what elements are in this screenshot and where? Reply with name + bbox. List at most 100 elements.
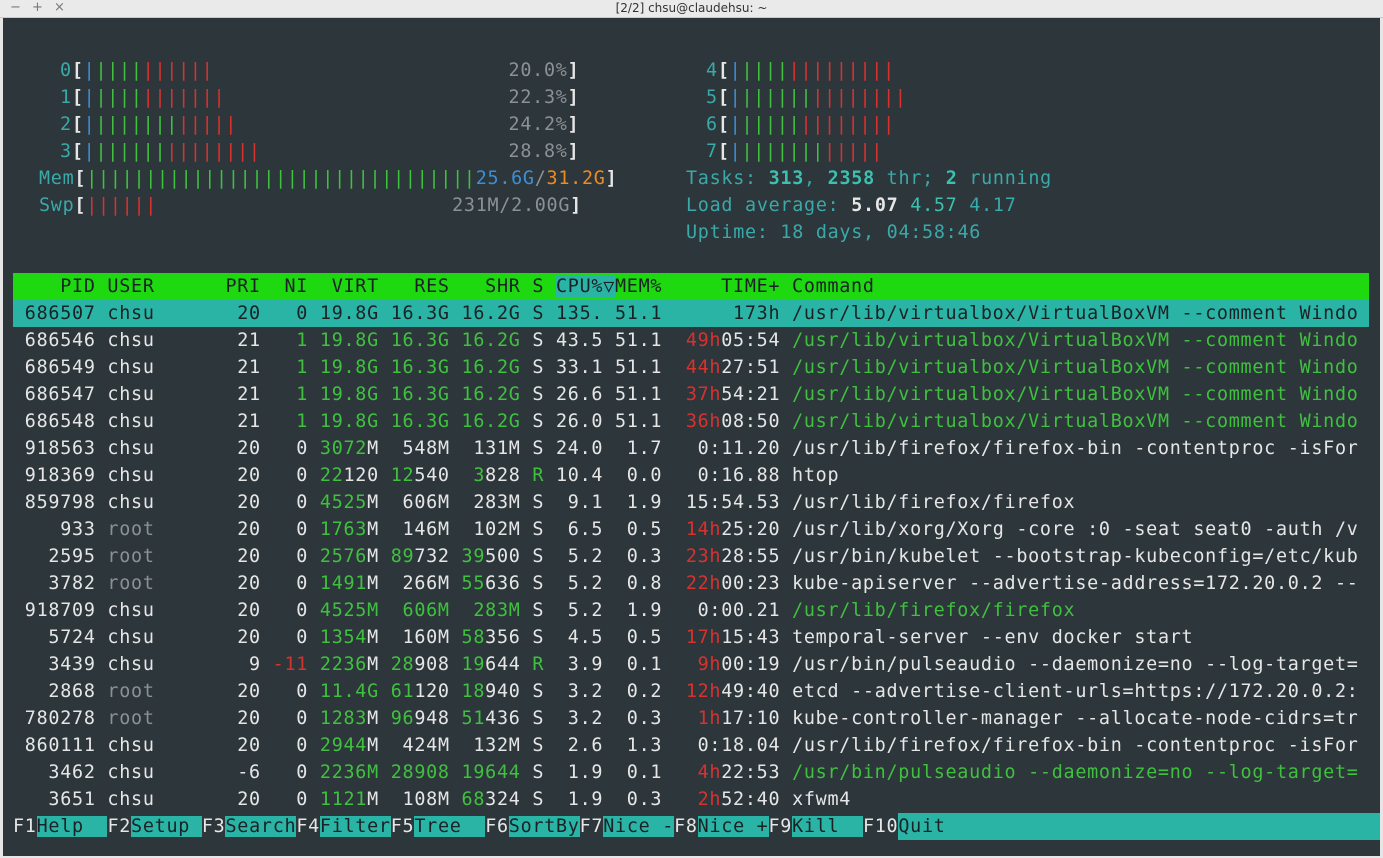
process-command: /usr/lib/firefox/firefox [792,492,1076,513]
process-row[interactable]: 859798 chsu 20 0 4525M 606M 283M S 9.1 1… [13,489,1369,516]
fkey-label[interactable]: Tree [414,816,486,837]
column-header-mem[interactable]: MEM% [615,276,674,297]
process-row[interactable]: 860111 chsu 20 0 2944M 424M 132M S 2.6 1… [13,732,1369,759]
meter-bracket-close: ] [567,60,580,81]
fkey-number[interactable]: F7 [580,816,604,837]
process-row[interactable]: 686507 chsu 20 0 19.8G 16.3G 16.2G S 135… [13,300,1369,327]
tasks-sep: , [804,168,828,189]
fkey-f9[interactable]: F9Kill [769,816,863,837]
process-pid: 3439 [13,654,108,675]
process-row[interactable]: 3439 chsu 9 -11 2236M 28908 19644 R 3.9 … [13,651,1369,678]
fkey-number[interactable]: F10 [863,816,898,837]
cpu-meter-bar-green: |||| [95,87,143,108]
process-nice: 1 [272,330,320,351]
fkey-label[interactable]: Quit [898,813,1380,840]
fkey-label[interactable]: Setup [131,816,202,837]
fkey-f5[interactable]: F5Tree [391,816,486,837]
process-row[interactable]: 3462 chsu -6 0 2236M 28908 19644 S 1.9 0… [13,759,1369,786]
fkey-number[interactable]: F8 [674,816,698,837]
process-row[interactable]: 5724 chsu 20 0 1354M 160M 58356 S 4.5 0.… [13,624,1369,651]
fkey-f8[interactable]: F8Nice + [674,816,769,837]
process-state: S [532,303,556,324]
uptime: Uptime: 18 days, 04:58:46 [686,219,981,246]
function-key-bar: F1Help F2Setup F3SearchF4FilterF5Tree F6… [13,813,1380,840]
column-header-res[interactable]: RES [391,276,462,297]
column-header-user[interactable]: USER [107,276,225,297]
process-shr: 102M [461,519,533,540]
process-cpu-percent: 5.2 [555,573,615,594]
process-row[interactable]: 918369 chsu 20 0 22120 12540 3828 R 10.4… [13,462,1369,489]
process-nice: 0 [272,735,320,756]
process-row[interactable]: 686549 chsu 21 1 19.8G 16.3G 16.2G S 33.… [13,354,1369,381]
process-row[interactable]: 933 root 20 0 1763M 146M 102M S 6.5 0.5 … [13,516,1369,543]
column-header-shr[interactable]: SHR [462,276,533,297]
fkey-label[interactable]: Nice - [603,816,675,837]
fkey-f2[interactable]: F2Setup [107,816,202,837]
fkey-number[interactable]: F4 [296,816,320,837]
process-pid: 933 [13,519,108,540]
column-header-pri[interactable]: PRI [225,276,272,297]
process-time: 0:16.88 [697,465,793,486]
process-res: 266M [390,573,462,594]
fkey-label[interactable]: Help [36,816,108,837]
process-row[interactable]: 2868 root 20 0 11.4G 61120 18940 S 3.2 0… [13,678,1369,705]
process-virt: 1283M [319,708,391,729]
process-mem-percent: 1.9 [615,600,675,621]
terminal[interactable]: 0[||||||||||| 20.0%] 1[|||||||||||| 22.3%… [3,18,1380,856]
column-header-s[interactable]: S [532,276,556,297]
process-user: chsu [107,411,226,432]
fkey-label[interactable]: Nice + [697,816,769,837]
fkey-f4[interactable]: F4Filter [296,816,391,837]
process-row[interactable]: 3651 chsu 20 0 1121M 108M 68324 S 1.9 0.… [13,786,1369,813]
column-header-command[interactable]: Command [792,276,1370,297]
process-state: S [532,681,556,702]
process-row[interactable]: 2595 root 20 0 2576M 89732 39500 S 5.2 0… [13,543,1369,570]
fkey-f1[interactable]: F1Help [13,816,108,837]
fkey-number[interactable]: F3 [202,816,226,837]
process-row[interactable]: 686546 chsu 21 1 19.8G 16.3G 16.2G S 43.… [13,327,1369,354]
process-cpu-percent: 10.4 [555,465,615,486]
fkey-label[interactable]: Filter [319,816,391,837]
process-row[interactable]: 3782 root 20 0 1491M 266M 55636 S 5.2 0.… [13,570,1369,597]
fkey-f10[interactable]: F10Quit [863,813,1380,840]
column-header-cpu[interactable]: CPU%▽ [555,276,615,297]
process-row[interactable]: 686547 chsu 21 1 19.8G 16.3G 16.2G S 26.… [13,381,1369,408]
process-time: 36h08:50 [685,411,793,432]
uptime-value: 18 days, 04:58:46 [780,222,982,243]
column-header-ni[interactable]: NI [273,276,320,297]
fkey-f3[interactable]: F3Search [202,816,297,837]
process-shr: 131M [461,438,533,459]
fkey-number[interactable]: F6 [485,816,509,837]
column-header-time[interactable]: TIME+ [674,276,792,297]
swp-meter-bar: |||||| [86,195,158,216]
fkey-label[interactable]: Kill [792,816,863,837]
fkey-number[interactable]: F9 [769,816,793,837]
column-header-pid[interactable]: PID [13,276,107,297]
fkey-label[interactable]: Search [225,816,297,837]
process-command: /usr/lib/firefox/firefox [792,600,1076,621]
process-priority: 20 [225,627,273,648]
fkey-label[interactable]: SortBy [508,816,580,837]
process-nice: 0 [272,492,320,513]
process-res: 61120 [390,681,462,702]
fkey-number[interactable]: F5 [391,816,415,837]
process-state: S [532,384,556,405]
process-row[interactable]: 918709 chsu 20 0 4525M 606M 283M S 5.2 1… [13,597,1369,624]
process-row[interactable]: 918563 chsu 20 0 3072M 548M 131M S 24.0 … [13,435,1369,462]
process-row[interactable]: 780278 root 20 0 1283M 96948 51436 S 3.2… [13,705,1369,732]
process-pid: 686547 [13,384,108,405]
process-state: S [532,411,556,432]
cpu-meter-bar-blue: | [729,60,742,81]
process-cpu-percent: 5.2 [555,546,615,567]
fkey-f7[interactable]: F7Nice - [580,816,675,837]
process-row[interactable]: 686548 chsu 21 1 19.8G 16.3G 16.2G S 26.… [13,408,1369,435]
process-res: 146M [390,519,462,540]
process-res: 96948 [390,708,462,729]
uptime-label: Uptime: [686,222,781,243]
column-header-virt[interactable]: VIRT [320,276,391,297]
fkey-number[interactable]: F2 [107,816,131,837]
meter-bracket-close: ] [567,141,580,162]
fkey-number[interactable]: F1 [13,816,37,837]
process-state: S [532,708,556,729]
fkey-f6[interactable]: F6SortBy [485,816,580,837]
